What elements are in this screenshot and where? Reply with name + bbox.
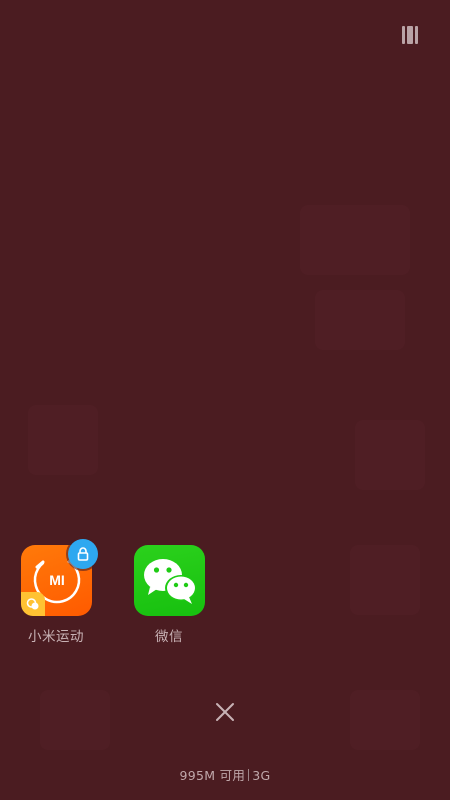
- close-icon: [216, 703, 234, 721]
- wechat-bubbles-icon: [143, 559, 197, 604]
- recent-app-mi-fit[interactable]: MI 小米运动: [11, 539, 101, 645]
- wallpaper-shape: [40, 690, 110, 750]
- wallpaper-shape: [300, 205, 410, 275]
- app-label: 小米运动: [28, 629, 84, 645]
- view-toggle-bar: [402, 26, 405, 44]
- view-toggle-bar: [415, 26, 418, 44]
- recent-app-wechat[interactable]: 微信: [124, 545, 214, 645]
- app-label: 微信: [155, 629, 183, 645]
- view-toggle-icon[interactable]: [402, 26, 422, 44]
- clear-all-button[interactable]: [212, 699, 238, 725]
- wechat-icon: [133, 545, 205, 616]
- memory-available-text: 995M 可用: [179, 768, 246, 783]
- dual-app-badge-icon: [20, 592, 45, 616]
- network-type-text: 3G: [252, 768, 271, 783]
- wallpaper-shape: [355, 420, 425, 490]
- recent-apps-screen: MI 小米运动 微信 995M 可用 3G: [0, 0, 450, 800]
- memory-status: 995M 可用 3G: [0, 765, 450, 784]
- separator: [248, 769, 250, 781]
- lock-icon[interactable]: [67, 539, 98, 569]
- mi-fit-icon: MI: [20, 539, 98, 616]
- wallpaper-shape: [315, 290, 405, 350]
- wallpaper-shape: [350, 545, 420, 615]
- svg-text:MI: MI: [49, 572, 65, 588]
- view-toggle-bar: [407, 26, 413, 44]
- wallpaper-shape: [28, 405, 98, 475]
- wallpaper-shape: [350, 690, 420, 750]
